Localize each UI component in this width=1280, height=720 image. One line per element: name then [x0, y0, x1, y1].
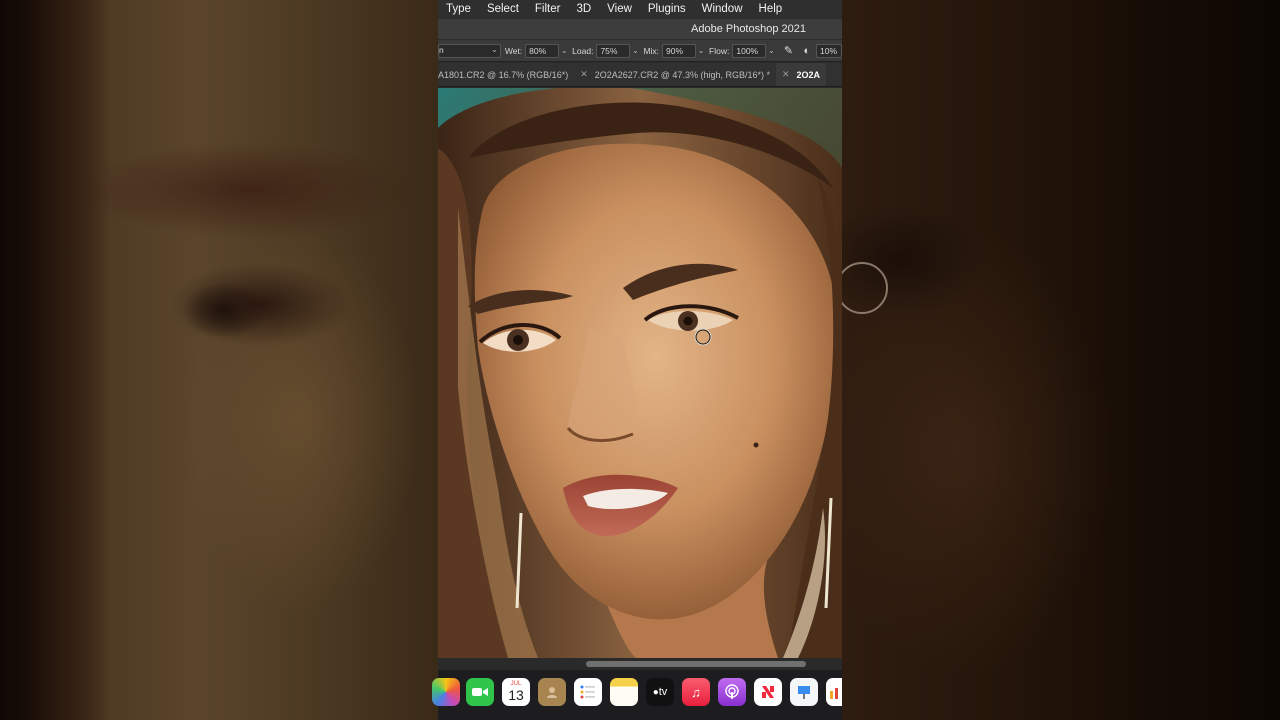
chevron-down-icon[interactable]: ⌄	[696, 44, 706, 58]
flow-field[interactable]: 100%	[732, 43, 767, 58]
mix-control: Mix: 90% ⌄	[643, 43, 706, 58]
podcasts-icon[interactable]	[718, 678, 746, 706]
music-icon[interactable]: ♫	[682, 678, 710, 706]
tab-label: 2O2A	[796, 69, 821, 80]
numbers-icon[interactable]	[826, 678, 842, 706]
tab-label: 2O2A2627.CR2 @ 47.3% (high, RGB/16*) *	[594, 69, 770, 80]
airbrush-icon[interactable]: ✎	[781, 44, 795, 58]
tab-document-2[interactable]: ✕ 2O2A2627.CR2 @ 47.3% (high, RGB/16*) *	[574, 63, 776, 86]
menu-window[interactable]: Window	[694, 3, 751, 15]
scrollbar-thumb[interactable]	[586, 661, 806, 667]
wet-label: Wet:	[504, 45, 523, 56]
pressure-angle-icon[interactable]: ◐	[800, 44, 814, 58]
menu-help[interactable]: Help	[751, 3, 791, 15]
close-icon[interactable]: ✕	[782, 69, 790, 80]
blurred-background-left	[0, 0, 438, 720]
news-icon[interactable]	[754, 678, 782, 706]
menu-3d[interactable]: 3D	[568, 3, 599, 15]
tab-document-1[interactable]: A1801.CR2 @ 16.7% (RGB/16*)	[438, 63, 574, 86]
chevron-down-icon[interactable]: ⌄	[766, 44, 776, 58]
facetime-icon[interactable]	[466, 678, 494, 706]
mix-field[interactable]: 90%	[662, 43, 697, 58]
menu-type[interactable]: Type	[438, 3, 479, 15]
blurred-brush-cursor	[836, 262, 888, 314]
horizontal-scrollbar[interactable]	[438, 658, 842, 670]
angle-field[interactable]: 10%	[815, 43, 842, 58]
contacts-icon[interactable]	[538, 678, 566, 706]
load-control: Load: 75% ⌄	[572, 43, 640, 58]
keynote-icon[interactable]	[790, 678, 818, 706]
tab-document-3[interactable]: ✕ 2O2A	[775, 63, 827, 86]
flow-control: Flow: 100% ⌄	[709, 43, 776, 58]
chevron-down-icon: ⌄	[491, 44, 498, 54]
calendar-icon[interactable]: JUL 13	[502, 678, 530, 706]
blurred-background-right	[842, 0, 1280, 720]
photos-icon[interactable]	[432, 678, 460, 706]
apple-tv-icon[interactable]: ● tv	[646, 678, 674, 706]
notes-icon[interactable]	[610, 678, 638, 706]
wet-field[interactable]: 80%	[525, 43, 560, 58]
calendar-day: 13	[508, 687, 524, 703]
load-field[interactable]: 75%	[596, 43, 631, 58]
portrait-photo	[438, 88, 842, 658]
chevron-down-icon[interactable]: ⌄	[559, 44, 569, 58]
document-tabs: A1801.CR2 @ 16.7% (RGB/16*) ✕ 2O2A2627.C…	[438, 63, 842, 87]
tab-label: A1801.CR2 @ 16.7% (RGB/16*)	[438, 69, 569, 80]
mix-label: Mix:	[643, 45, 660, 56]
close-icon[interactable]: ✕	[580, 69, 588, 80]
menu-bar: Type Select Filter 3D View Plugins Windo…	[438, 0, 842, 18]
flow-label: Flow:	[709, 45, 730, 56]
menu-plugins[interactable]: Plugins	[640, 3, 694, 15]
photoshop-window: Type Select Filter 3D View Plugins Windo…	[438, 0, 842, 720]
menu-view[interactable]: View	[599, 3, 640, 15]
window-title-bar: Adobe Photoshop 2021	[438, 19, 842, 39]
chevron-down-icon[interactable]: ⌄	[630, 44, 640, 58]
menu-filter[interactable]: Filter	[527, 3, 569, 15]
tool-options-bar: n ⌄ Wet: 80% ⌄ Load: 75% ⌄ Mix: 90% ⌄ Fl…	[438, 40, 842, 62]
reminders-icon[interactable]	[574, 678, 602, 706]
menu-select[interactable]: Select	[479, 3, 527, 15]
image-canvas[interactable]	[438, 88, 842, 658]
brush-mode-select[interactable]: n ⌄	[438, 43, 501, 58]
wet-control: Wet: 80% ⌄	[504, 43, 569, 58]
load-label: Load:	[572, 45, 594, 56]
window-title: Adobe Photoshop 2021	[691, 23, 806, 35]
